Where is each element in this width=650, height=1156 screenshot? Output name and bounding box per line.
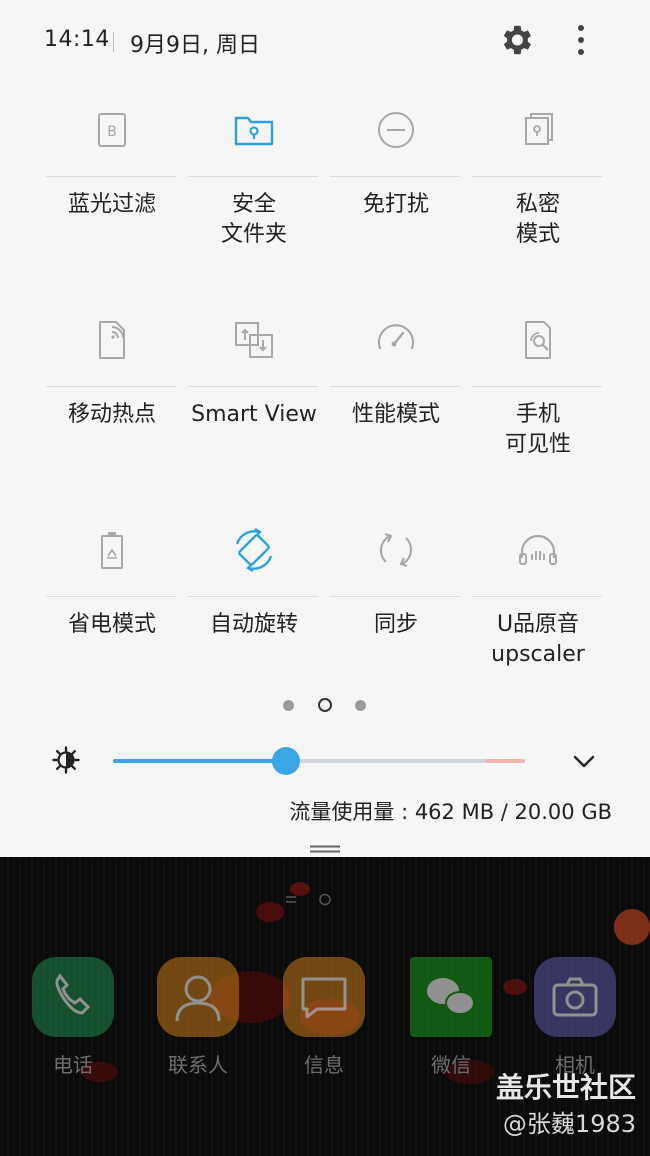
app-label: 联系人 [168,1053,228,1077]
quick-tile[interactable]: 免打扰 [330,88,462,278]
phone-icon[interactable] [32,957,114,1037]
sync-icon[interactable] [370,524,422,576]
messages-icon[interactable] [283,957,365,1037]
app-shortcut[interactable]: 联系人 [157,957,247,1097]
clock: 14:14 [44,27,110,52]
app-label: 微信 [431,1053,471,1077]
tile-label[interactable]: 私密 模式 [466,190,610,250]
phone-visibility-icon[interactable] [512,314,564,366]
smart-view-icon[interactable] [228,314,280,366]
quick-tile[interactable]: 移动热点 [46,298,178,488]
quick-tile[interactable]: B 蓝光过滤 [46,88,178,278]
tile-divider [188,176,318,177]
power-saving-icon[interactable] [86,524,138,576]
date: 9月9日, 周日 [130,33,260,58]
brightness-warning-zone [485,759,525,763]
tile-label[interactable]: Smart View [182,400,326,430]
app-shortcut[interactable]: 信息 [283,957,373,1097]
app-label: 信息 [304,1053,344,1077]
page-dot[interactable] [355,700,366,711]
quick-tile[interactable]: U品原音 upscaler [472,508,604,698]
data-usage: 流量使用量 : 462 MB / 20.00 GB [289,800,612,824]
wechat-icon[interactable] [410,957,492,1037]
svg-text:B: B [107,124,117,140]
drag-handle[interactable] [310,838,340,853]
mobile-hotspot-icon[interactable] [86,314,138,366]
auto-rotate-icon[interactable] [228,524,280,576]
tile-label[interactable]: 自动旋转 [182,610,326,640]
status-bar: 14:14 9月9日, 周日 [0,0,650,80]
app-shortcut[interactable]: 微信 [410,957,500,1097]
more-vertical-icon[interactable] [565,21,597,59]
tile-divider [330,386,460,387]
quick-panel: 14:14 9月9日, 周日 B 蓝光过滤 安全 文件夹 免打扰 私密 模式 移动热点 Sm… [0,0,650,857]
quick-tile[interactable]: 安全 文件夹 [188,88,320,278]
tile-divider [46,386,176,387]
app-label: 电话 [53,1053,93,1077]
tile-label[interactable]: 蓝光过滤 [40,190,184,220]
quick-tile[interactable]: 性能模式 [330,298,462,488]
tile-label[interactable]: 手机 可见性 [466,400,610,460]
private-mode-icon[interactable] [512,104,564,156]
quick-tile[interactable]: 省电模式 [46,508,178,698]
gear-icon[interactable] [497,21,535,59]
quick-tile[interactable]: 手机 可见性 [472,298,604,488]
chevron-down-icon[interactable] [570,748,598,774]
tile-divider [472,596,602,597]
tile-divider [188,386,318,387]
do-not-disturb-icon[interactable] [370,104,422,156]
tile-label[interactable]: 移动热点 [40,400,184,430]
quick-tile[interactable]: 私密 模式 [472,88,604,278]
camera-icon[interactable] [534,957,616,1037]
tile-divider [188,596,318,597]
quick-tile[interactable]: Smart View [188,298,320,488]
contacts-icon[interactable] [157,957,239,1037]
tile-label[interactable]: 免打扰 [324,190,468,220]
tile-label[interactable]: 省电模式 [40,610,184,640]
tile-label[interactable]: 同步 [324,610,468,640]
brightness-thumb[interactable] [272,747,301,775]
quick-tile[interactable]: 同步 [330,508,462,698]
page-dot-current[interactable] [318,698,332,712]
watermark-author: @张巍1983 [502,1110,636,1138]
blue-light-filter-icon[interactable]: B [86,104,138,156]
brightness-slider[interactable] [113,747,525,775]
divider [113,32,114,52]
tile-divider [330,176,460,177]
tile-divider [330,596,460,597]
tile-divider [472,386,602,387]
tile-divider [46,176,176,177]
tile-label[interactable]: 安全 文件夹 [182,190,326,250]
brightness-fill [113,759,287,763]
tile-divider [472,176,602,177]
tile-label[interactable]: 性能模式 [324,400,468,430]
watermark-title: 盖乐世社区 [495,1071,636,1104]
secure-folder-icon[interactable] [228,104,280,156]
app-shortcut[interactable]: 电话 [32,957,122,1097]
performance-mode-icon[interactable] [370,314,422,366]
page-indicator [0,698,650,712]
tile-divider [46,596,176,597]
page-dot[interactable] [283,700,294,711]
brightness-icon[interactable] [52,746,80,774]
quick-tile[interactable]: 自动旋转 [188,508,320,698]
uhq-upscaler-icon[interactable] [512,524,564,576]
tile-label[interactable]: U品原音 upscaler [466,610,610,670]
